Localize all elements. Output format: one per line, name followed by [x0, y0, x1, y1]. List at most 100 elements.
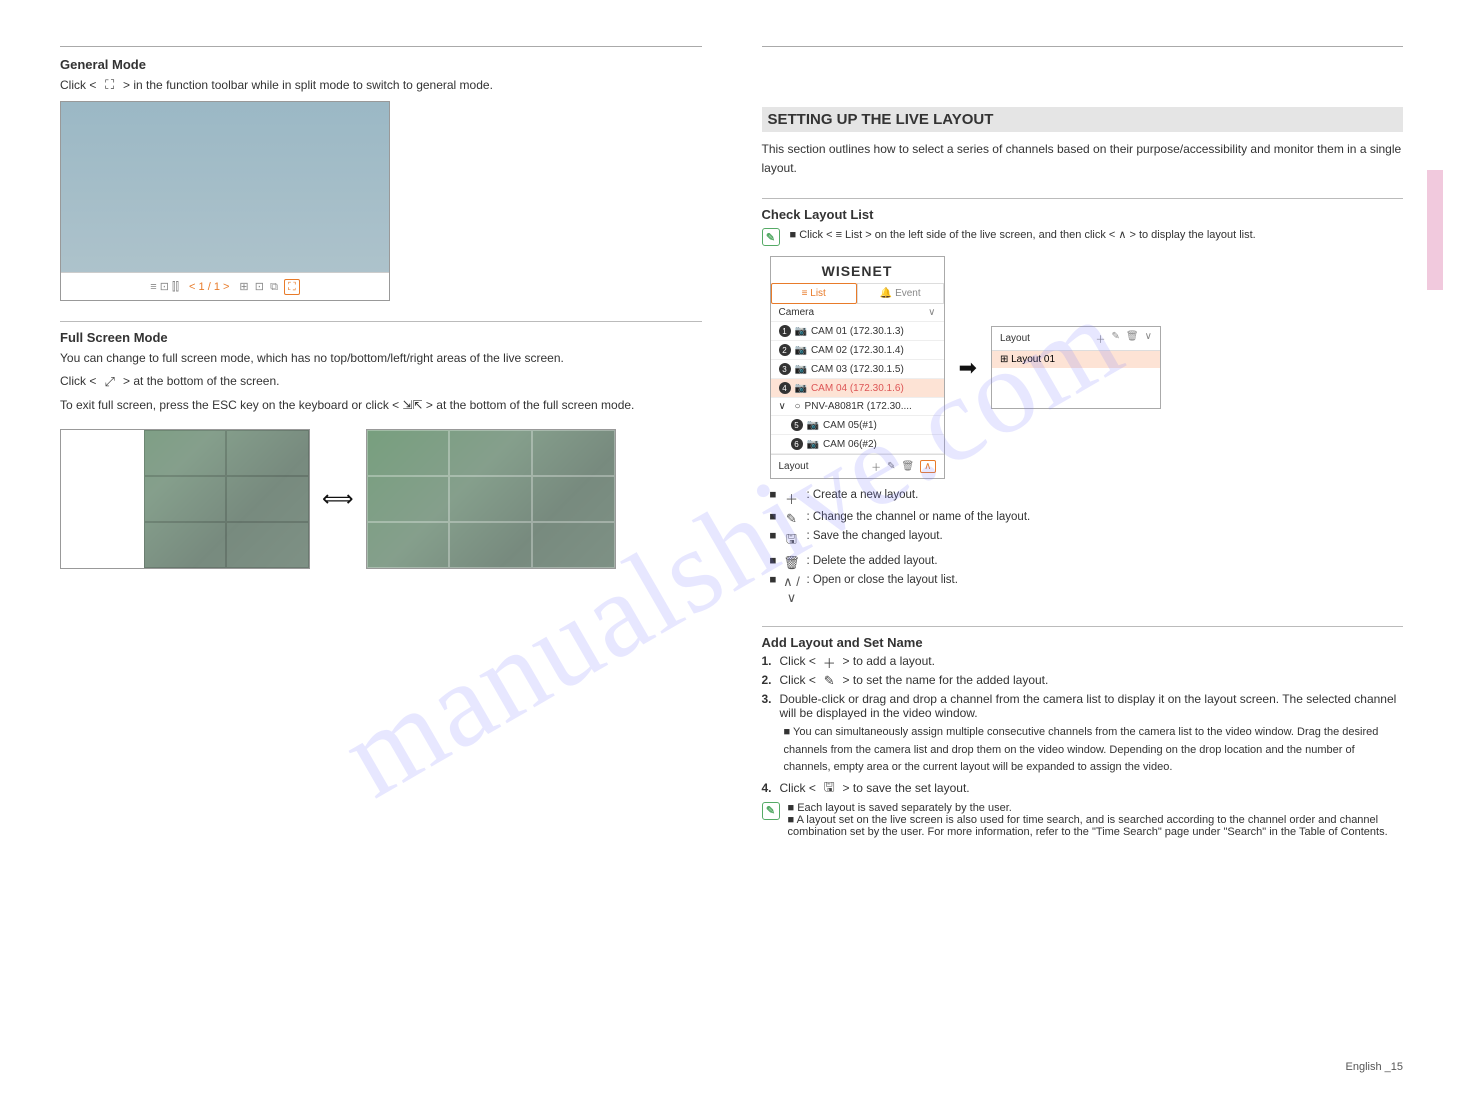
note-save-layout: ✎ ■ Each layout is saved separately by t…: [762, 802, 1404, 838]
tab-event[interactable]: 🔔 Event: [857, 283, 944, 304]
delete-icon: 🗑: [782, 555, 800, 571]
toolbar-right-icons: ⊞ ⊡ ⧉ ⛶: [239, 280, 299, 294]
step-number: 1.: [762, 654, 772, 669]
camera-header-row: Camera ∨: [771, 304, 944, 322]
heading-general-mode: General Mode: [60, 57, 702, 72]
edit-icon: ✎: [782, 511, 800, 527]
camera-row[interactable]: 6📷CAM 06(#2): [771, 435, 944, 454]
layout-panel-left: WISENET ≡ List 🔔 Event Camera ∨ 1📷CAM 01…: [770, 256, 945, 479]
note-check-layout: ✎ ■ Click < ≡ List > on the left side of…: [762, 228, 1404, 246]
collapse-icon: ⤢: [102, 375, 118, 389]
layout-item[interactable]: ⊞ Layout 01: [992, 351, 1160, 368]
footer-lang: English: [1346, 1061, 1382, 1073]
thumbnail-with-sidebar: [60, 429, 310, 569]
edit-icon[interactable]: ✎: [1112, 331, 1120, 346]
camera-row-selected[interactable]: 4📷CAM 04 (172.30.1.6): [771, 379, 944, 398]
heading-add-layout: Add Layout and Set Name: [762, 635, 1404, 650]
exit-split-icon: ⛶: [102, 79, 118, 93]
text-fragment: > in the function toolbar while in split…: [123, 78, 493, 92]
camera-label: CAM 03 (172.30.1.5): [811, 364, 936, 375]
legend-text: : Delete the added layout.: [806, 555, 937, 571]
legend-text: : Open or close the layout list.: [806, 574, 958, 606]
chevron-up-icon[interactable]: ∧: [920, 460, 935, 473]
layout-panel-right: Layout ＋ ✎ 🗑 ∨ ⊞ Layout 01: [991, 326, 1161, 409]
step-3: 3. 3. Double-click or drag and drop a ch…: [762, 692, 1404, 720]
step-text: Click < ＋ > to add a layout.: [780, 654, 935, 669]
screenshot-general-mode: ≡ ⊡ ⫿⫿ < 1 / 1 > ⊞ ⊡ ⧉ ⛶: [60, 101, 390, 301]
note-icon: ✎: [762, 228, 780, 246]
camera-label: CAM 02 (172.30.1.4): [811, 345, 936, 356]
camera-label: CAM 06(#2): [823, 439, 936, 450]
screenshot-toolbar: ≡ ⊡ ⫿⫿ < 1 / 1 > ⊞ ⊡ ⧉ ⛶: [61, 272, 389, 300]
fullscreen-icon-highlight: ⛶: [284, 279, 300, 295]
tab-list[interactable]: ≡ List: [771, 283, 858, 304]
thumbnail-fullscreen: [366, 429, 616, 569]
legend-text: : Change the channel or name of the layo…: [806, 511, 1030, 527]
camera-header-label: Camera: [779, 307, 925, 318]
heading-setup-layout: SETTING UP THE LIVE LAYOUT: [762, 107, 1404, 132]
divider: [60, 321, 702, 322]
legend-row: ■ 🖫: Save the changed layout.: [770, 530, 1404, 552]
blank-area: [992, 368, 1160, 408]
plus-icon[interactable]: ＋: [871, 459, 881, 474]
note-text: ■ Click < ≡ List > on the left side of t…: [788, 228, 1404, 241]
step-number: 3.: [762, 692, 772, 720]
delete-icon[interactable]: 🗑: [901, 461, 914, 472]
camera-row[interactable]: 1📷CAM 01 (172.30.1.3): [771, 322, 944, 341]
text-fragment: Click <: [60, 374, 96, 388]
edit-icon: ✎: [821, 674, 837, 688]
channel-badge: 2: [779, 344, 791, 356]
step-2: 2. Click < ✎ > to set the name for the a…: [762, 673, 1404, 688]
step-text: Click < ✎ > to set the name for the adde…: [780, 673, 1049, 688]
legend-row: ■ ✎: Change the channel or name of the l…: [770, 511, 1404, 527]
layout-screenshot-row: WISENET ≡ List 🔔 Event Camera ∨ 1📷CAM 01…: [770, 256, 1404, 479]
delete-icon[interactable]: 🗑: [1126, 331, 1139, 346]
general-mode-text: Click < ⛶ > in the function toolbar whil…: [60, 76, 702, 95]
chevron-down-icon[interactable]: ∨: [928, 307, 935, 318]
camera-label: CAM 04 (172.30.1.6): [811, 383, 936, 394]
page-footer: English _15: [1346, 1061, 1404, 1073]
right-arrow-icon: ➡: [959, 355, 977, 381]
plus-icon: ＋: [782, 489, 800, 508]
section-side-tab: [1427, 170, 1443, 290]
legend-text: : Save the changed layout.: [806, 530, 942, 552]
layout-footer-label: Layout: [779, 461, 809, 472]
text-fragment: Click <: [60, 78, 96, 92]
channel-badge: 1: [779, 325, 791, 337]
panel-tabs: ≡ List 🔔 Event: [771, 283, 944, 304]
layout-header-label: Layout: [1000, 333, 1030, 344]
page-container: General Mode Click < ⛶ > in the function…: [0, 0, 1463, 874]
divider: [762, 198, 1404, 199]
legend-row: ■ ∧ / ∨: Open or close the layout list.: [770, 574, 1404, 606]
footer-page-number: _15: [1385, 1061, 1403, 1073]
camera-label: CAM 01 (172.30.1.3): [811, 326, 936, 337]
chevron-down-icon[interactable]: ∨: [1145, 331, 1152, 346]
fullscreen-exit-note: To exit full screen, press the ESC key o…: [60, 396, 702, 415]
edit-icon[interactable]: ✎: [887, 461, 895, 472]
note-text-1: ■ Each layout is saved separately by the…: [788, 802, 1404, 814]
fullscreen-comparison: ⟺: [60, 429, 702, 569]
camera-row[interactable]: ∨○PNV-A8081R (172.30....: [771, 398, 944, 416]
heading-check-layout: Check Layout List: [762, 207, 1404, 222]
plus-icon[interactable]: ＋: [1096, 331, 1106, 346]
chevron-icons: ∧ / ∨: [782, 574, 800, 606]
camera-row[interactable]: 5📷CAM 05(#1): [771, 416, 944, 435]
wisenet-logo: WISENET: [771, 257, 944, 283]
right-column: SETTING UP THE LIVE LAYOUT This section …: [762, 40, 1404, 844]
step-number: 2.: [762, 673, 772, 688]
fullscreen-desc: You can change to full screen mode, whic…: [60, 349, 702, 368]
bidirectional-arrow-icon: ⟺: [322, 486, 354, 512]
channel-badge: 6: [791, 438, 803, 450]
save-icon: 🖫: [821, 782, 837, 796]
fullscreen-instruction: Click < ⤢ > at the bottom of the screen.: [60, 372, 702, 391]
camera-row[interactable]: 3📷CAM 03 (172.30.1.5): [771, 360, 944, 379]
divider: [60, 46, 702, 47]
channel-badge: 4: [779, 382, 791, 394]
camera-row[interactable]: 2📷CAM 02 (172.30.1.4): [771, 341, 944, 360]
text-fragment: Click < ≡ List > on the left side of the…: [799, 229, 1256, 241]
step-number: 4.: [762, 781, 772, 796]
text-fragment: > at the bottom of the screen.: [123, 374, 279, 388]
step-text-display: Double-click or drag and drop a channel …: [780, 692, 1403, 720]
plus-icon: ＋: [821, 655, 837, 669]
legend-text: : Create a new layout.: [806, 489, 918, 508]
